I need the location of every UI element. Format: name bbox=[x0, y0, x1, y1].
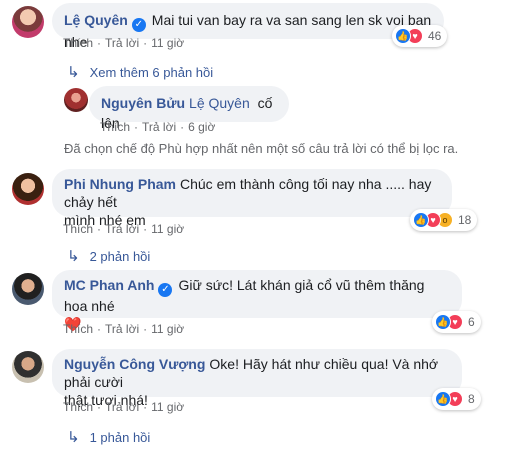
reply-button[interactable]: Trả lời bbox=[142, 120, 176, 134]
reply-button[interactable]: Trả lời bbox=[105, 322, 139, 336]
timestamp[interactable]: 6 giờ bbox=[188, 120, 215, 134]
avatar[interactable] bbox=[12, 173, 44, 205]
comment-bubble: Nguyễn Công Vượng Oke! Hãy hát như chiều … bbox=[52, 349, 462, 408]
comment-author[interactable]: Phi Nhung Pham bbox=[64, 176, 176, 192]
reply-arrow-icon: ↳ bbox=[67, 429, 80, 446]
reaction-count: 46 bbox=[428, 29, 442, 43]
like-button[interactable]: Thích bbox=[63, 400, 93, 414]
like-reaction-icon: 👍 bbox=[413, 212, 429, 228]
more-replies-label: 1 phản hồi bbox=[89, 429, 151, 445]
timestamp[interactable]: 11 giờ bbox=[151, 36, 184, 50]
timestamp[interactable]: 11 giờ bbox=[151, 322, 184, 336]
view-more-replies[interactable]: ↳ 2 phản hồi bbox=[67, 247, 150, 265]
reply-button[interactable]: Trả lời bbox=[105, 222, 139, 236]
like-button[interactable]: Thích bbox=[63, 222, 93, 236]
comment-author[interactable]: Nguyễn Công Vượng bbox=[64, 356, 205, 372]
more-replies-label: Xem thêm 6 phản hồi bbox=[89, 64, 214, 80]
reaction-count: 18 bbox=[458, 213, 472, 227]
timestamp[interactable]: 11 giờ bbox=[151, 400, 184, 414]
avatar[interactable] bbox=[12, 351, 44, 383]
comment-actions: Thích · Trả lời · 11 giờ bbox=[63, 400, 185, 414]
comment-author[interactable]: Lệ Quyên bbox=[64, 12, 128, 28]
like-button[interactable]: Thích bbox=[63, 36, 93, 50]
reply-button[interactable]: Trả lời bbox=[105, 400, 139, 414]
view-more-replies[interactable]: ↳ Xem thêm 6 phản hồi bbox=[67, 63, 213, 81]
reaction-count: 8 bbox=[468, 392, 475, 406]
like-button[interactable]: Thích bbox=[100, 120, 130, 134]
reaction-summary[interactable]: 👍 ♥ 8 bbox=[432, 388, 481, 410]
filter-notice: Đã chọn chế độ Phù hợp nhất nên một số c… bbox=[64, 141, 459, 156]
mention-link[interactable]: Lệ Quyên bbox=[189, 95, 254, 111]
timestamp[interactable]: 11 giờ bbox=[151, 222, 184, 236]
comment-author[interactable]: MC Phan Anh bbox=[64, 277, 154, 293]
comment-actions: Thích · Trả lời · 11 giờ bbox=[63, 222, 185, 236]
comment-actions: Thích · Trả lời · 11 giờ bbox=[63, 322, 185, 336]
reaction-summary[interactable]: 👍 ♥ 6 bbox=[432, 311, 481, 333]
like-reaction-icon: 👍 bbox=[435, 314, 451, 330]
avatar[interactable] bbox=[12, 273, 44, 305]
verified-badge-icon: ✓ bbox=[131, 18, 146, 32]
comment-bubble: Lệ Quyên ✓ Mai tui van bay ra va san sang … bbox=[52, 3, 444, 50]
reply-button[interactable]: Trả lời bbox=[105, 36, 139, 50]
comment-bubble: Nguyên Bửu Lệ Quyên cố lên bbox=[89, 86, 289, 131]
like-button[interactable]: Thích bbox=[63, 322, 93, 336]
verified-badge-icon: ✓ bbox=[158, 283, 173, 297]
reply-arrow-icon: ↳ bbox=[67, 64, 80, 81]
reaction-count: 6 bbox=[468, 315, 475, 329]
reply-arrow-icon: ↳ bbox=[67, 248, 80, 265]
comment-bubble: Phi Nhung Pham Chúc em thành công tối nay… bbox=[52, 169, 452, 228]
reaction-summary[interactable]: 👍 ♥ 46 bbox=[392, 25, 448, 47]
comment-actions: Thích · Trả lời · 11 giờ bbox=[63, 36, 185, 50]
more-replies-label: 2 phản hồi bbox=[89, 248, 151, 264]
reaction-summary[interactable]: 👍 ♥ o 18 bbox=[410, 209, 478, 231]
avatar[interactable] bbox=[64, 88, 88, 112]
comment-author[interactable]: Nguyên Bửu bbox=[101, 95, 185, 111]
like-reaction-icon: 👍 bbox=[435, 391, 451, 407]
view-more-replies[interactable]: ↳ 1 phản hồi bbox=[67, 428, 150, 446]
comment-actions: Thích · Trả lời · 6 giờ bbox=[100, 120, 216, 134]
avatar[interactable] bbox=[12, 6, 44, 38]
like-reaction-icon: 👍 bbox=[395, 28, 411, 44]
comment-bubble: MC Phan Anh ✓ Giữ sức! Lát khán giả cổ vũ … bbox=[52, 270, 462, 332]
